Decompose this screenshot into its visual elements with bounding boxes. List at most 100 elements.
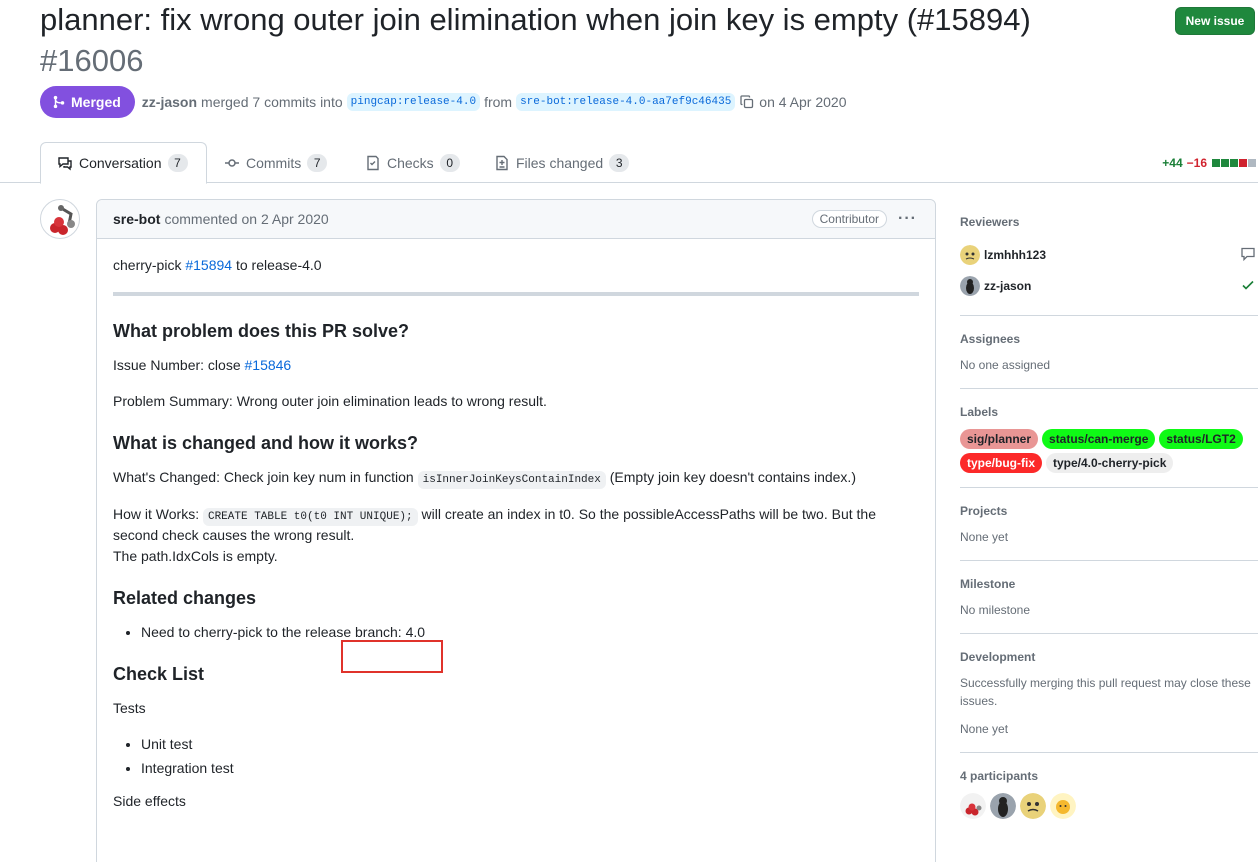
tab-count: 7 [167,154,188,172]
assignees-section: Assignees No one assigned [960,316,1258,389]
merged-text: merged 7 commits into [201,94,343,110]
contributor-badge: Contributor [811,210,887,228]
deletions-count: −16 [1186,156,1207,170]
new-issue-button[interactable]: New issue [1175,7,1255,35]
participants-title: 4 participants [960,769,1039,783]
reviewer-item[interactable]: zz-jason [960,270,1258,301]
tab-count: 0 [439,153,460,172]
changed-suffix: (Empty join key doesn't contains index.) [609,469,856,485]
merge-date: on 4 Apr 2020 [759,94,847,110]
projects-title[interactable]: Projects [960,504,1258,518]
pr-tabs: Conversation 7 Commits 7 Checks 0 Files … [0,142,1258,184]
avatar[interactable] [1020,793,1046,819]
heading-checklist: Check List [113,664,205,684]
merger-link[interactable]: zz-jason [142,94,197,110]
copy-icon[interactable] [739,94,755,110]
avatar[interactable] [990,793,1016,819]
comment-action: commented on 2 Apr 2020 [164,211,329,227]
changed-code: isInnerJoinKeysContainIndex [417,471,606,489]
tab-label: Conversation [79,155,162,171]
label-type-cherry-pick[interactable]: type/4.0-cherry-pick [1046,453,1174,473]
merge-icon [52,95,66,109]
comment-body: cherry-pick #15894 to release-4.0 What p… [97,239,935,843]
development-text: Successfully merging this pull request m… [960,676,1251,708]
development-title[interactable]: Development [960,650,1258,664]
list-item: Integration test [141,758,919,779]
development-section: Development Successfully merging this pu… [960,634,1258,753]
how-it-works: How it Works: CREATE TABLE t0(t0 INT UNI… [113,504,919,568]
merged-label: Merged [71,94,121,110]
reviewer-name: zz-jason [984,278,1032,293]
issue-prefix: Issue Number: close [113,357,241,373]
comment-author[interactable]: sre-bot [113,211,160,227]
how-prefix: How it Works: [113,505,200,522]
milestone-title[interactable]: Milestone [960,577,1258,591]
issue-number-line: Issue Number: close #15846 [113,355,919,376]
intro-suffix: to release-4.0 [235,257,322,273]
intro-prefix: cherry-pick [113,257,182,273]
tab-checks[interactable]: Checks 0 [365,142,460,183]
assignees-title[interactable]: Assignees [960,332,1258,346]
label-status-lgt2[interactable]: status/LGT2 [1159,429,1243,449]
tab-label: Checks [387,154,434,171]
conversation-icon [57,155,73,171]
kebab-menu-icon[interactable]: ··· [898,210,917,228]
whats-changed: What's Changed: Check join key num in fu… [113,467,919,489]
side-effects-label: Side effects [113,793,186,809]
milestone-text: No milestone [960,603,1031,617]
pr-number: #16006 [40,43,144,78]
reviewer-item[interactable]: lzmhhh123 [960,239,1258,270]
tab-count: 3 [609,153,630,172]
check-icon [1240,277,1256,296]
changed-prefix: What's Changed: Check join key num in fu… [113,469,414,485]
how-code: CREATE TABLE t0(t0 INT UNIQUE); [202,507,418,526]
avatar [960,244,980,265]
labels-title[interactable]: Labels [960,405,1258,419]
sidebar: Reviewers lzmhhh123 zz-jason Assignees N… [960,199,1258,833]
reviewer-name: lzmhhh123 [984,247,1047,262]
issue-link[interactable]: #15846 [245,357,292,373]
reviewers-title[interactable]: Reviewers [960,215,1258,229]
list-item: Need to cherry-pick to the release branc… [141,622,919,643]
head-branch[interactable]: sre-bot:release-4.0-aa7ef9c46435 [516,93,736,111]
participants-list [960,793,1258,819]
reviewers-section: Reviewers lzmhhh123 zz-jason [960,199,1258,316]
avatar[interactable] [1050,793,1076,819]
avatar[interactable] [960,793,986,819]
label-type-bug-fix[interactable]: type/bug-fix [960,453,1042,473]
list-item: Unit test [141,734,919,755]
tab-files-changed[interactable]: Files changed 3 [494,142,630,183]
tab-label: Files changed [516,154,604,171]
pr-title: planner: fix wrong outer join eliminatio… [40,2,1031,37]
comment-header: sre-bot commented on 2 Apr 2020 Contribu… [97,200,935,239]
problem-summary: Problem Summary: Wrong outer join elimin… [113,393,547,409]
tab-count: 7 [307,153,328,172]
projects-section: Projects None yet [960,488,1258,561]
tab-label: Commits [246,154,302,171]
diffstat-bar [1211,156,1256,170]
heading-problem: What problem does this PR solve? [113,321,410,341]
milestone-section: Milestone No milestone [960,561,1258,634]
projects-text: None yet [960,530,1009,544]
base-branch[interactable]: pingcap:release-4.0 [346,93,481,111]
highlight-annotation [341,640,443,673]
avatar[interactable] [40,199,80,239]
tests-label: Tests [113,700,146,716]
avatar [960,275,980,296]
file-diff-icon [494,155,510,171]
tab-commits[interactable]: Commits 7 [224,142,328,183]
labels-section: Labels sig/planner status/can-merge stat… [960,389,1258,488]
participants-section: 4 participants [960,753,1258,833]
assignees-text: No one assigned [960,358,1051,372]
pr-meta: Merged zz-jason merged 7 commits into pi… [40,86,850,118]
label-sig-planner[interactable]: sig/planner [960,429,1039,449]
merged-status-badge: Merged [40,86,135,118]
label-status-can-merge[interactable]: status/can-merge [1042,429,1156,449]
checklist-icon [365,155,381,171]
labels-list: sig/planner status/can-merge status/LGT2… [960,429,1250,473]
tab-conversation[interactable]: Conversation 7 [40,142,207,184]
related-list: Need to cherry-pick to the release branc… [141,622,919,643]
intro-link[interactable]: #15894 [185,257,232,273]
development-none: None yet [960,722,1009,736]
heading-related: Related changes [113,588,257,608]
